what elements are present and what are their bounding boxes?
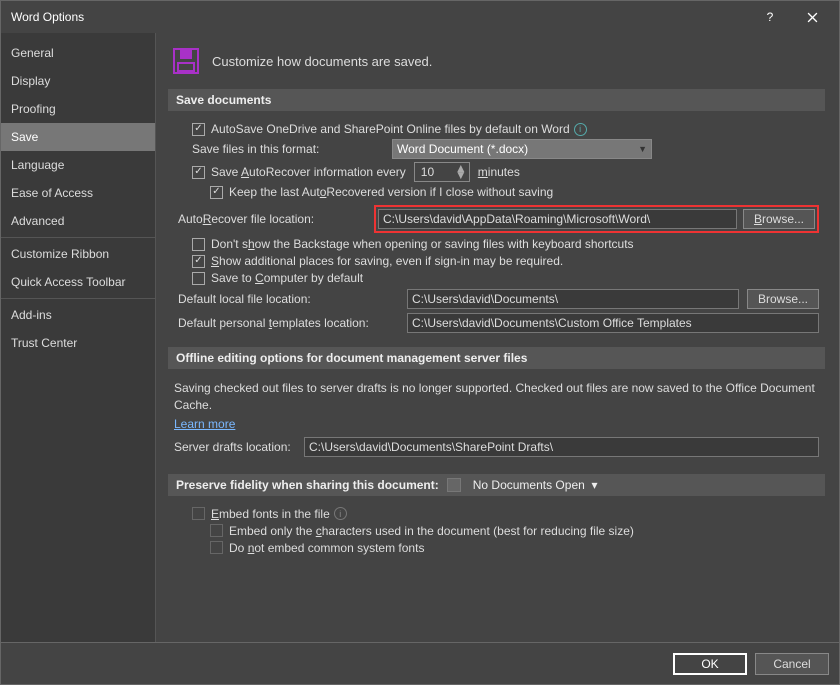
server-drafts-label: Server drafts location: (174, 440, 304, 454)
embed-fonts-label: Embed fonts in the file (211, 507, 330, 521)
autorecover-browse-button[interactable]: Browse... (743, 209, 815, 229)
autosave-label: AutoSave OneDrive and SharePoint Online … (211, 122, 570, 136)
close-button[interactable] (791, 2, 833, 32)
chevron-down-icon: ▼ (638, 144, 647, 154)
save-format-dropdown[interactable]: Word Document (*.docx)▼ (392, 139, 652, 159)
autosave-checkbox[interactable] (192, 123, 205, 136)
category-sidebar: General Display Proofing Save Language E… (1, 33, 156, 642)
sidebar-item-general[interactable]: General (1, 39, 155, 67)
keep-last-autorecover-checkbox[interactable] (210, 186, 223, 199)
server-drafts-input[interactable]: C:\Users\david\Documents\SharePoint Draf… (304, 437, 819, 457)
sidebar-item-add-ins[interactable]: Add-ins (1, 301, 155, 329)
sidebar-item-customize-ribbon[interactable]: Customize Ribbon (1, 240, 155, 268)
section-save-documents: Save documents (168, 89, 825, 111)
default-local-location-label: Default local file location: (174, 292, 399, 306)
autorecover-location-highlight: C:\Users\david\AppData\Roaming\Microsoft… (374, 205, 819, 233)
keep-last-label: Keep the last AutoRecovered version if I… (229, 185, 553, 199)
minutes-label: mminutesinutes (478, 165, 520, 179)
autorecover-location-input[interactable]: C:\Users\david\AppData\Roaming\Microsoft… (378, 209, 737, 229)
info-icon[interactable]: i (574, 123, 587, 136)
default-local-location-input[interactable]: C:\Users\david\Documents\ (407, 289, 739, 309)
window-title: Word Options (11, 10, 749, 24)
cancel-button[interactable]: Cancel (755, 653, 829, 675)
preserve-document-dropdown[interactable]: No Documents Open ▾ (473, 478, 598, 492)
header-text: Customize how documents are saved. (212, 54, 432, 69)
learn-more-link[interactable]: Learn more (174, 417, 235, 431)
do-not-embed-common-checkbox (210, 541, 223, 554)
word-options-dialog: Word Options ? General Display Proofing … (0, 0, 840, 685)
embed-only-characters-checkbox (210, 524, 223, 537)
info-icon[interactable]: i (334, 507, 347, 520)
sidebar-item-advanced[interactable]: Advanced (1, 207, 155, 235)
close-icon (807, 12, 818, 23)
dont-show-backstage-label: Don't show the Backstage when opening or… (211, 237, 634, 251)
dont-show-backstage-checkbox[interactable] (192, 238, 205, 251)
sidebar-item-ease-of-access[interactable]: Ease of Access (1, 179, 155, 207)
autorecover-minutes-spinner[interactable]: 10 ▲▼ (414, 162, 470, 182)
sidebar-item-trust-center[interactable]: Trust Center (1, 329, 155, 357)
embed-only-characters-label: Embed only the characters used in the do… (229, 524, 634, 538)
sidebar-item-proofing[interactable]: Proofing (1, 95, 155, 123)
autorecover-location-label: AutoRecover file location: (174, 212, 374, 226)
ok-button[interactable]: OK (673, 653, 747, 675)
section-preserve-fidelity: Preserve fidelity when sharing this docu… (168, 474, 825, 496)
save-header-icon (168, 43, 204, 79)
personal-templates-label: Default personal templates location: (174, 316, 399, 330)
autorecover-checkbox[interactable] (192, 166, 205, 179)
dialog-footer: OK Cancel (1, 642, 839, 684)
help-button[interactable]: ? (749, 2, 791, 32)
titlebar: Word Options ? (1, 1, 839, 33)
spinner-arrows: ▲▼ (455, 165, 467, 179)
sidebar-item-quick-access-toolbar[interactable]: Quick Access Toolbar (1, 268, 155, 296)
offline-note: Saving checked out files to server draft… (174, 380, 819, 414)
autorecover-label: Save AutoRecover information every (211, 165, 406, 179)
document-icon (447, 478, 461, 492)
do-not-embed-common-label: Do not embed common system fonts (229, 541, 424, 555)
save-format-label: Save files in this format: (192, 142, 392, 156)
embed-fonts-checkbox[interactable] (192, 507, 205, 520)
section-offline-editing: Offline editing options for document man… (168, 347, 825, 369)
main-panel: Customize how documents are saved. Save … (156, 33, 839, 642)
sidebar-item-display[interactable]: Display (1, 67, 155, 95)
save-to-computer-label: Save to Computer by default (211, 271, 363, 285)
sidebar-item-language[interactable]: Language (1, 151, 155, 179)
show-additional-places-label: Show additional places for saving, even … (211, 254, 563, 268)
personal-templates-input[interactable]: C:\Users\david\Documents\Custom Office T… (407, 313, 819, 333)
sidebar-item-save[interactable]: Save (1, 123, 155, 151)
save-to-computer-checkbox[interactable] (192, 272, 205, 285)
show-additional-places-checkbox[interactable] (192, 255, 205, 268)
default-local-browse-button[interactable]: Browse... (747, 289, 819, 309)
